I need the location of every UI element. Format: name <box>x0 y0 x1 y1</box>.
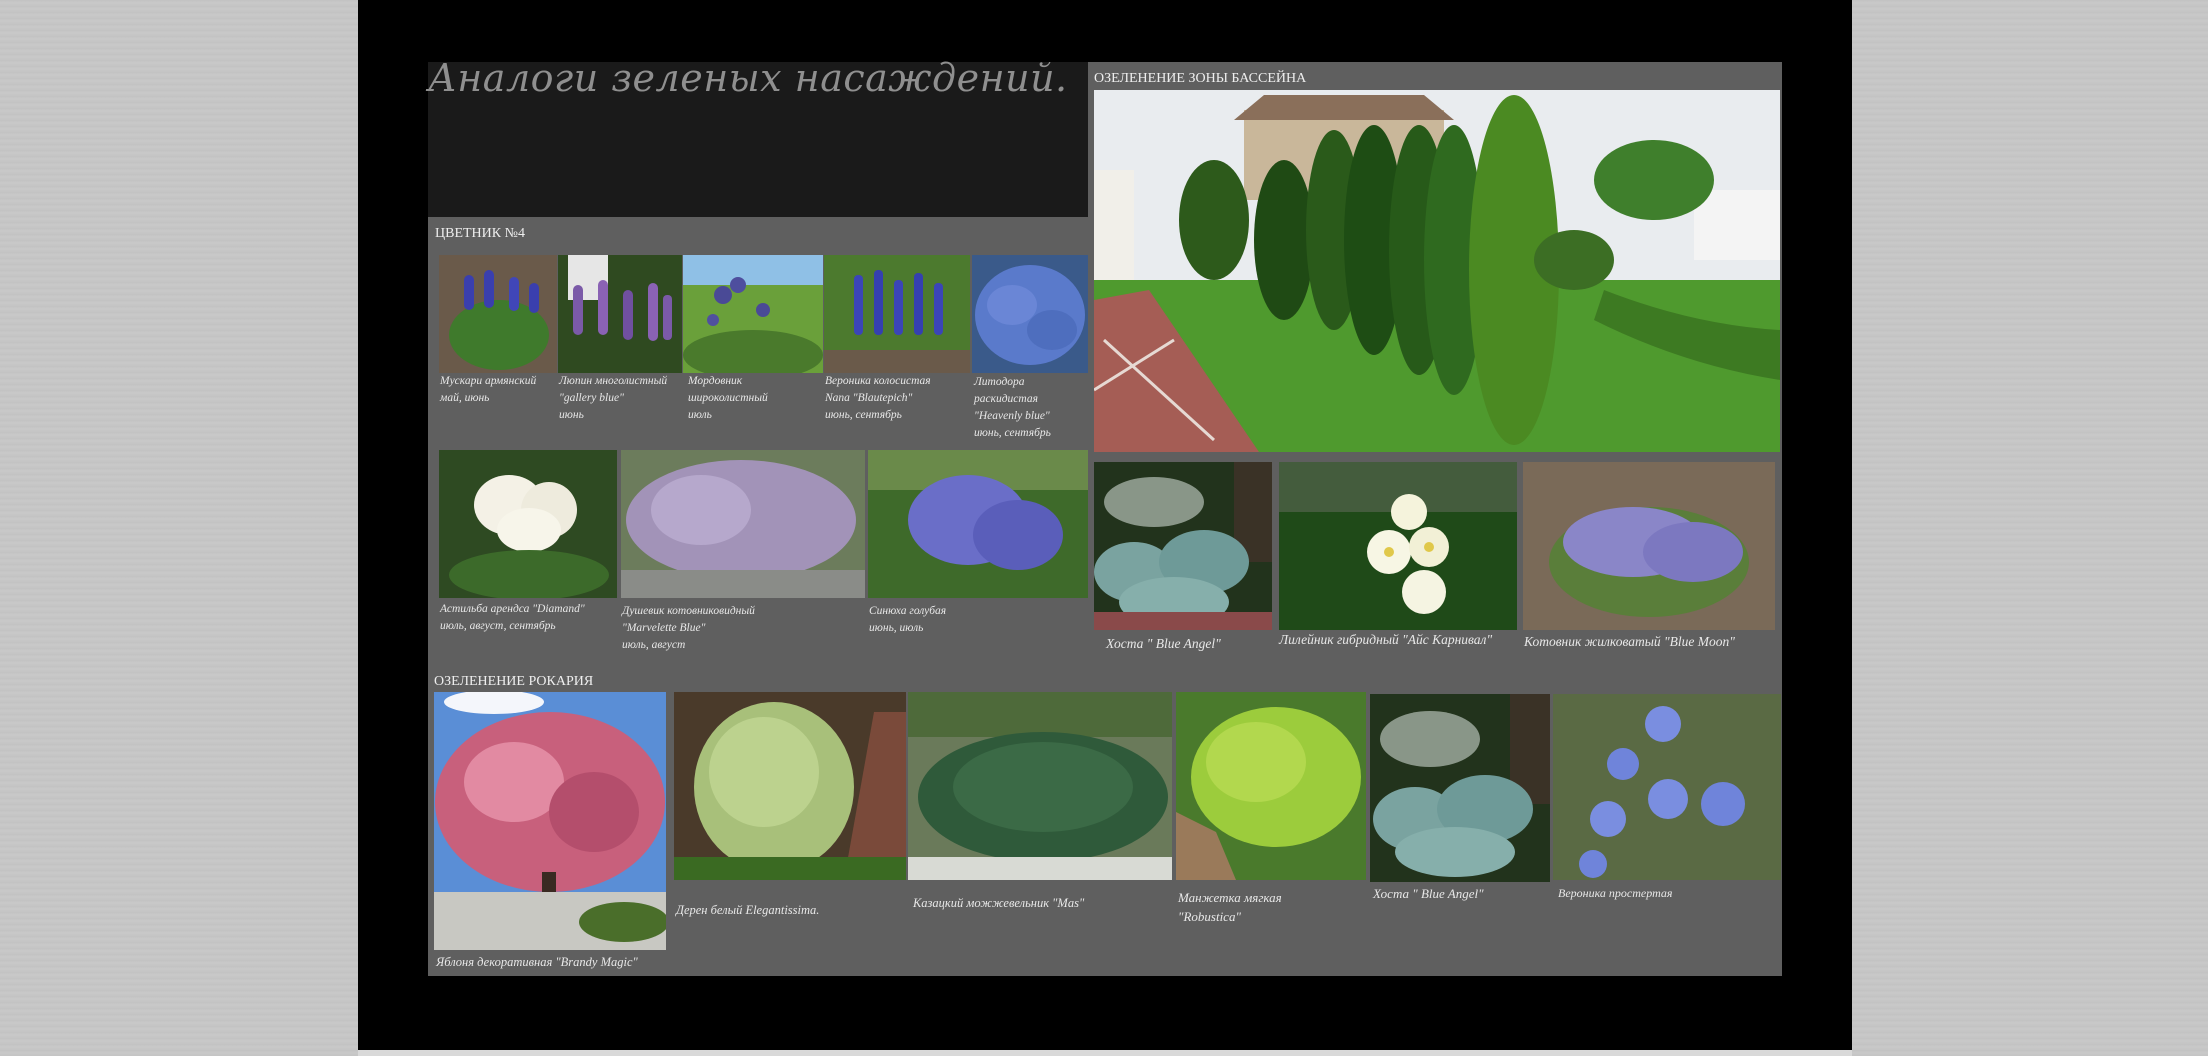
caption-line: июль, август <box>622 639 686 651</box>
veronica-prostrata-photo <box>1553 694 1781 880</box>
lupine-photo <box>558 255 682 373</box>
catmint-photo <box>1523 462 1775 630</box>
caption-line: Вероника простертая <box>1558 886 1673 900</box>
caption-line: Мускари армянский <box>440 375 537 387</box>
lithodora-photo <box>972 255 1088 373</box>
caption-line: Люпин многолистный <box>559 375 668 387</box>
cornus-photo <box>674 692 906 880</box>
caption-line: май, июнь <box>440 392 490 404</box>
malus-photo <box>434 692 666 950</box>
caption-line: Литодора <box>974 376 1025 388</box>
caption-line: Хоста " Blue Angel" <box>1373 886 1484 901</box>
pool-caption-catmint: Котовник жилковатый "Blue Moon" <box>1524 634 1735 649</box>
pool-caption-daylily: Лилейник гибридный "Айс Карнивал" <box>1279 632 1493 647</box>
caption-line: "Heavenly blue" <box>974 410 1050 422</box>
caption-line: Мордовник <box>688 375 743 387</box>
astilbe-photo <box>439 450 617 598</box>
caption-line: широколистный <box>688 392 768 404</box>
rockery-caption: Яблоня декоративная "Brandy Magic" <box>436 954 670 971</box>
caption-line: Манжетка мягкая <box>1178 890 1282 905</box>
flowerbed-caption: Мускари армянский май, июнь <box>440 373 558 407</box>
caption-line: июнь <box>559 409 584 421</box>
caption-line: Казацкий можжевельник "Mas" <box>913 896 1085 910</box>
caption-line: Nana "Blautepich" <box>825 392 913 404</box>
juniper-photo <box>908 692 1172 880</box>
caption-line: июнь, июль <box>869 622 924 634</box>
caption-line: Яблоня декоративная "Brandy Magic" <box>436 955 638 969</box>
muscari-photo <box>439 255 557 373</box>
echinops-photo <box>683 255 823 373</box>
rockery-caption: Вероника простертая <box>1558 885 1778 902</box>
daylily-photo <box>1279 462 1517 630</box>
veronica-spicata-photo <box>824 255 970 373</box>
flowerbed-caption: Мордовник широколистный июль <box>688 373 824 424</box>
caption-line: Синюха голубая <box>869 605 947 617</box>
caption-line: июль <box>688 409 712 421</box>
caption-line: июнь, сентябрь <box>974 427 1051 439</box>
alchemilla-photo <box>1176 692 1366 880</box>
caption-line: Вероника колосистая <box>825 375 931 387</box>
flowerbed-heading: ЦВЕТНИК №4 <box>435 226 525 241</box>
hosta-rockery-photo <box>1370 694 1550 882</box>
caption-line: июль, август, сентябрь <box>440 620 556 632</box>
rockery-caption: Манжетка мягкая "Robustica" <box>1178 888 1368 926</box>
caption-line: июнь, сентябрь <box>825 409 902 421</box>
flowerbed-caption: Люпин многолистный "gallery blue" июнь <box>559 373 683 424</box>
page-title: Аналоги зеленых насаждений. <box>428 56 1068 100</box>
left-margin <box>0 0 358 1056</box>
flowerbed-caption: Синюха голубая июнь, июль <box>869 603 1087 637</box>
caption-line: раскидистая <box>974 393 1038 405</box>
caption-line: Астильба арендса "Diamand" <box>440 603 585 615</box>
caption-line: "Robustica" <box>1178 909 1241 924</box>
caption-line: "Marvelette Blue" <box>622 622 706 634</box>
flowerbed-caption: Душевик котовниковидный "Marvelette Blue… <box>622 603 866 654</box>
hosta-photo <box>1094 462 1272 630</box>
slide-bottom-edge <box>358 1050 1852 1056</box>
caption-line: Душевик котовниковидный <box>622 605 755 617</box>
rockery-caption: Казацкий можжевельник "Mas" <box>913 895 1173 912</box>
flowerbed-caption: Литодора раскидистая "Heavenly blue" июн… <box>974 374 1086 442</box>
rockery-caption: Дерен белый Elegantissima. <box>676 902 908 919</box>
flowerbed-caption: Вероника колосистая Nana "Blautepich" ию… <box>825 373 971 424</box>
pool-caption-hosta: Хоста " Blue Angel" <box>1106 636 1221 651</box>
rockery-caption: Хоста " Blue Angel" <box>1373 885 1553 902</box>
polemonium-photo <box>868 450 1088 598</box>
caption-line: Дерен белый Elegantissima. <box>676 903 820 917</box>
pool-heading: ОЗЕЛЕНЕНИЕ ЗОНЫ БАССЕЙНА <box>1094 71 1307 86</box>
flowerbed-caption: Астильба арендса "Diamand" июль, август,… <box>440 601 620 635</box>
caption-line: "gallery blue" <box>559 392 624 404</box>
right-margin <box>1852 0 2208 1056</box>
pool-garden-photo <box>1094 90 1780 452</box>
calamintha-photo <box>621 450 865 598</box>
rockery-heading: ОЗЕЛЕНЕНИЕ РОКАРИЯ <box>434 674 594 689</box>
